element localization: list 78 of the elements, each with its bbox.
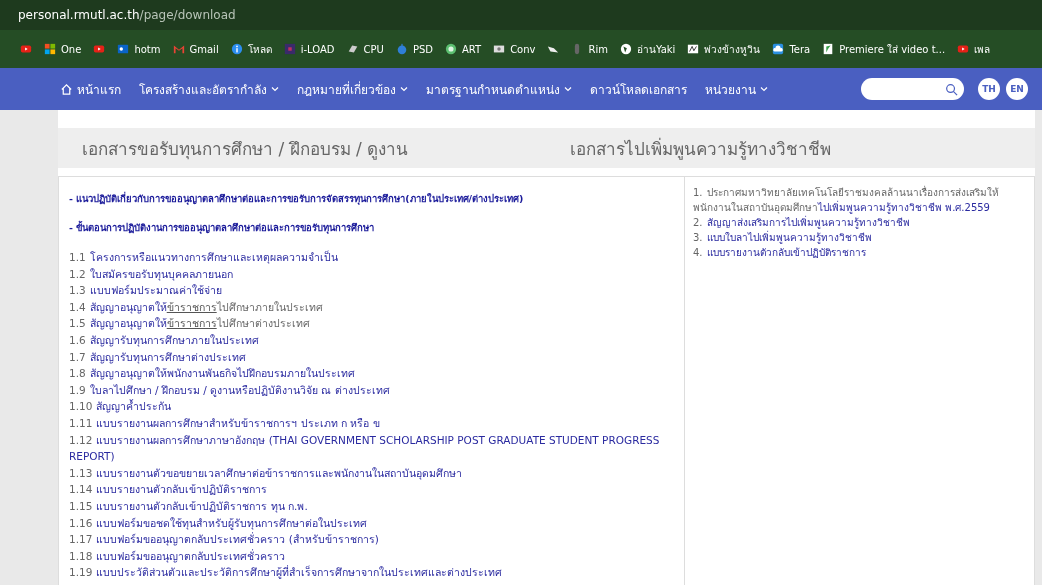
bookmark-icon[interactable] — [619, 43, 632, 55]
nav-link[interactable]: โครงสร้างและอัตรากำลัง — [139, 79, 279, 99]
search-icon — [945, 82, 958, 96]
bookmark-icon[interactable] — [772, 43, 785, 55]
document-item: 1.2 ใบสมัครขอรับทุนบุคคลภายนอก — [69, 266, 234, 283]
bookmark-link[interactable]: Gmail — [189, 43, 219, 55]
document-item: 1.10 สัญญาค้ำประกัน — [69, 398, 173, 415]
bookmark-link[interactable]: Rim — [588, 43, 608, 55]
nav-link[interactable]: กฎหมายที่เกี่ยวข้อง — [297, 79, 408, 99]
bookmark-link[interactable]: โหลด — [247, 41, 272, 57]
document-item: 1.1 โครงการหรือแนวทางการศึกษาและเหตุผลความจำเป็น — [69, 249, 339, 266]
bookmark-link[interactable]: ART — [461, 43, 482, 55]
bookmark-icon[interactable] — [117, 43, 130, 55]
section-title: เอกสารขอรับทุนการศึกษา / ฝึกอบรม / ดูงาน — [82, 137, 410, 162]
document-link[interactable]: สัญญาส่งเสริมการไปเพิ่มพูนความรู้ทางวิชาชีพ — [706, 217, 910, 228]
search-field[interactable] — [861, 78, 964, 100]
bookmark-link[interactable]: i-LOAD — [300, 43, 335, 55]
bookmark-icon[interactable] — [493, 43, 506, 55]
document-item: 1.11 แบบรายงานผลการศึกษาสำหรับข้าราชการฯ ประเภท ก หรือ ข — [69, 415, 381, 431]
bookmark-icon[interactable] — [346, 43, 359, 55]
document-item: 1.3 แบบฟอร์มประมาณค่าใช้จ่าย — [69, 283, 223, 299]
document-item: 1.18 แบบฟอร์มขออนุญาตกลับประเทศชั่วคราว — [69, 548, 287, 565]
document-link[interactable]: แบบรายงานตัวกลับเข้าปฏิบัติราชการ — [706, 247, 866, 258]
address-bar[interactable]: personal.rmutl.ac.th/page/download — [0, 0, 1042, 30]
document-link[interactable]: แบบใบลาไปเพิ่มพูนความรู้ทางวิชาชีพ — [706, 232, 872, 243]
document-item: 1.6 สัญญารับทุนการศึกษาภายในประเทศ — [69, 332, 260, 349]
bookmark-link[interactable]: CPU — [363, 43, 384, 55]
bookmark-link[interactable]: Conv — [510, 43, 536, 55]
url-text[interactable]: personal.rmutl.ac.th/page/download — [18, 8, 236, 22]
document-item: 3. แบบใบลาไปเพิ่มพูนความรู้ทางวิชาชีพ — [693, 230, 873, 245]
language-button[interactable]: EN — [1006, 78, 1028, 100]
document-item: 1.12 แบบรายงานผลการศึกษาภาษาอังกฤษ (THAI GOVERNMENT SCHOLARSHIP POST GRADUATE STUDENT PROGRESS REPORT) — [69, 432, 661, 465]
home-icon — [60, 82, 73, 96]
bookmark-link[interactable]: hotm — [134, 43, 161, 55]
caret-icon — [271, 86, 279, 92]
bookmark-link[interactable]: PSD — [412, 43, 433, 55]
bookmark-link[interactable]: พ่วงข้างหูวิน — [704, 41, 761, 57]
bookmark-icon[interactable] — [20, 43, 32, 55]
bookmark-icon[interactable] — [822, 43, 835, 55]
bookmark-icon[interactable] — [957, 43, 970, 55]
caret-icon — [400, 86, 408, 92]
document-item: 1.15 แบบรายงานตัวกลับเข้าปฏิบัติราชการ ทุน ก.พ. — [69, 498, 309, 515]
document-item: 1.14 แบบรายงานตัวกลับเข้าปฏิบัติราชการ — [69, 482, 269, 498]
bookmark-icon[interactable] — [44, 43, 56, 55]
document-item: 1. ประกาศมหาวิทยาลัยเทคโนโลยีราชมงคลล้านนาเรื่องการส่งเสริมให้พนักงานในสถาบันอุดมศึกษาไปเพิ่มพูนความรู้ทางวิชาชีพ พ.ศ.2559 — [693, 185, 1000, 215]
document-item: 1.8 สัญญาอนุญาตให้พนักงานพันธกิจไปฝึกอบรมภายในประเทศ — [69, 366, 356, 382]
document-link[interactable]: - แนวปฏิบัติเกี่ยวกับการขออนุญาตลาศึกษาต่อและการขอรับการจัดสรรทุนการศึกษา(ภายในประเทศ/ต่างประเทศ) — [69, 191, 674, 206]
document-item: 1.7 สัญญารับทุนการศึกษาต่างประเทศ — [69, 349, 247, 366]
document-link[interactable]: - ขั้นตอนการปฏิบัติงานการขออนุญาตลาศึกษาต่อและการขอรับทุนการศึกษา — [69, 220, 674, 235]
bookmark-link[interactable]: เพล — [974, 41, 991, 57]
bookmark-link[interactable]: Tera — [789, 43, 811, 55]
nav-link[interactable]: หน้าแรก — [60, 79, 121, 99]
document-item: 1.4 สัญญาอนุญาตให้ข้าราชการไปศึกษาภายในประเทศ — [69, 299, 324, 316]
document-item: 2. สัญญาส่งเสริมการไปเพิ่มพูนความรู้ทางวิชาชีพ — [693, 215, 911, 230]
bookmark-icon[interactable] — [230, 43, 243, 55]
section-title: เอกสารไปเพิ่มพูนความรู้ทางวิชาชีพ — [570, 136, 831, 162]
nav-link[interactable]: มาตรฐานกำหนดตำแหน่ง — [426, 79, 572, 99]
document-item: 1.17 แบบฟอร์มขออนุญาตกลับประเทศชั่วคราว (สำหรับข้าราชการ) — [69, 531, 380, 548]
document-item: 1.19 แบบประวัติส่วนตัวและประวัติการศึกษาผู้ที่สำเร็จการศึกษาจากในประเทศและต่างประเทศ — [69, 564, 504, 581]
bookmark-link[interactable]: One — [61, 43, 82, 55]
nav-link[interactable]: ดาวน์โหลดเอกสาร — [590, 79, 687, 99]
document-item: 4. แบบรายงานตัวกลับเข้าปฏิบัติราชการ — [693, 246, 867, 260]
document-link[interactable]: ข้าราชการ — [166, 300, 217, 313]
document-link[interactable]: ไปเพิ่มพูนความรู้ทางวิชาชีพ พ.ศ.2559 — [818, 202, 990, 213]
document-item: 1.9 ใบลาไปศึกษา / ฝึกอบรม / ดูงานหรือปฏิบัติงานวิจัย ณ ต่างประเทศ — [69, 382, 391, 399]
bookmark-icon[interactable] — [93, 43, 106, 55]
bookmark-link[interactable]: Premiere ใส่ video t... — [839, 41, 946, 57]
document-item: 1.13 แบบรายงานตัวขอขยายเวลาศึกษาต่อข้าราชการและพนักงานในสถาบันอุดมศึกษา — [69, 465, 464, 482]
language-button[interactable]: TH — [978, 78, 1000, 100]
nav-link[interactable]: หน่วยงาน — [705, 79, 768, 99]
caret-icon — [760, 86, 768, 92]
document-item: 1.16 แบบฟอร์มขอชดใช้ทุนสำหรับผู้รับทุนการศึกษาต่อในประเทศ — [69, 515, 369, 532]
document-link[interactable]: ข้าราชการ — [166, 317, 217, 330]
bookmark-icon[interactable] — [444, 43, 457, 55]
bookmark-icon[interactable] — [687, 43, 700, 55]
document-item: 1.5 สัญญาอนุญาตให้ข้าราชการไปศึกษาต่างประเทศ — [69, 316, 311, 332]
bookmark-link[interactable]: อ่านYaki — [636, 41, 676, 57]
caret-icon — [564, 86, 572, 92]
